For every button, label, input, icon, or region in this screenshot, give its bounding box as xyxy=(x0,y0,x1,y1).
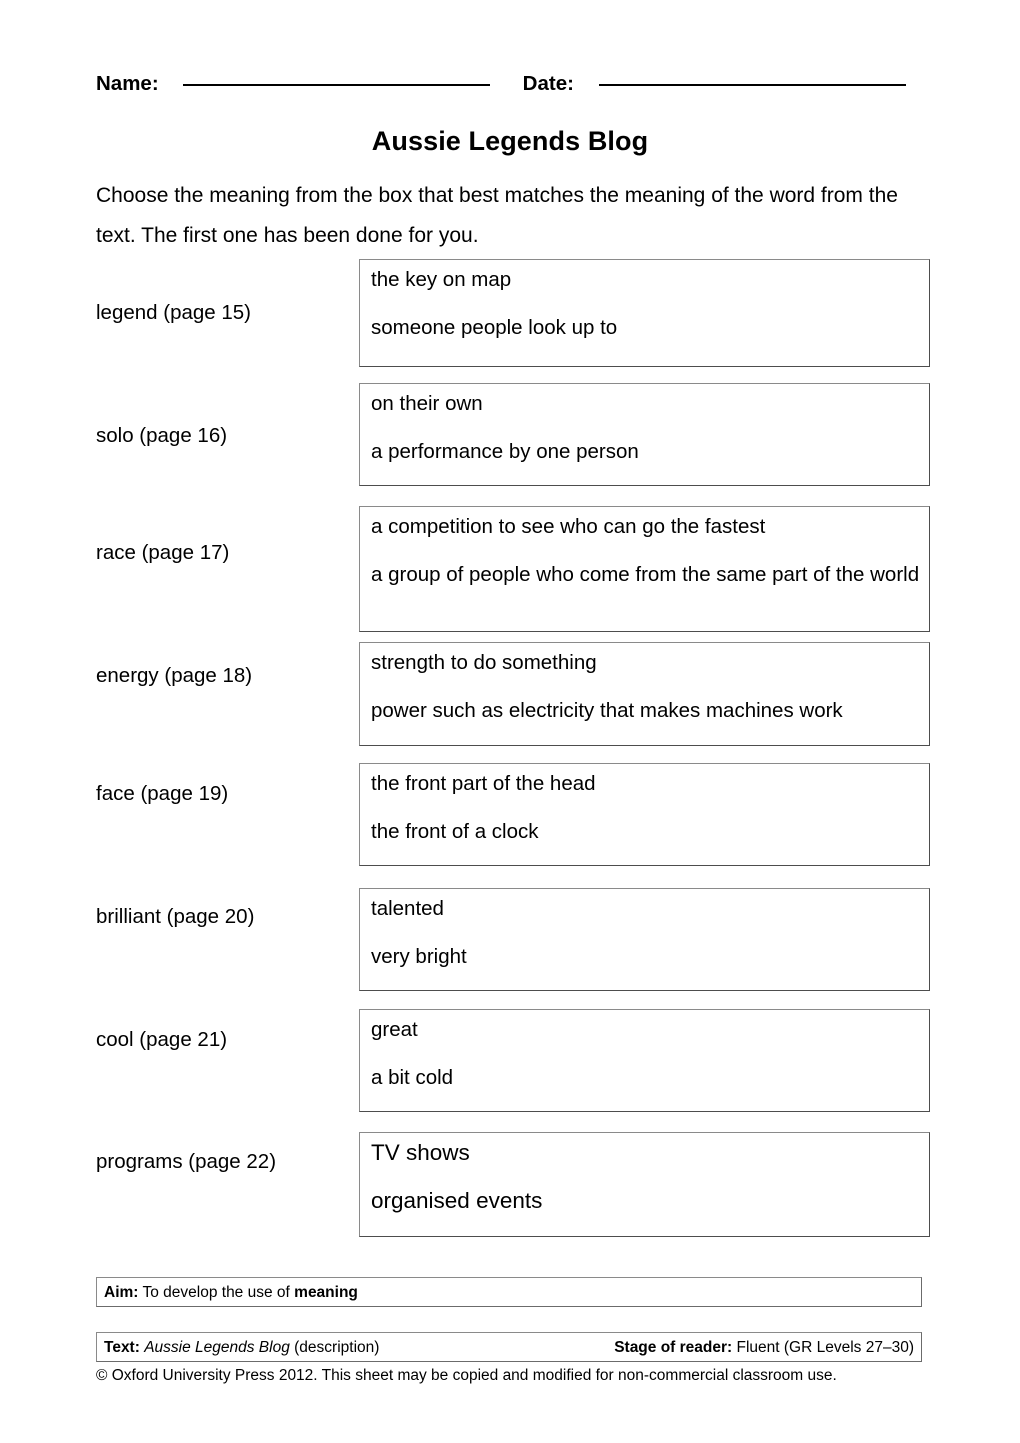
choice-box[interactable]: great a bit cold xyxy=(359,1009,930,1112)
choice-box[interactable]: the key on map someone people look up to xyxy=(359,259,930,367)
choice-option[interactable]: the front of a clock xyxy=(371,819,929,844)
text-info-box: Text: Aussie Legends Blog (description) … xyxy=(96,1332,922,1362)
stage-value: Fluent (GR Levels 27–30) xyxy=(732,1339,915,1356)
text-suffix: (description) xyxy=(289,1339,380,1356)
word-label: race (page 17) xyxy=(96,541,230,564)
aim-label: Aim: xyxy=(104,1284,139,1301)
aim-emphasis: meaning xyxy=(294,1284,358,1301)
choice-option[interactable]: a group of people who come from the same… xyxy=(371,562,929,587)
word-label: face (page 19) xyxy=(96,782,229,805)
choice-option[interactable]: talented xyxy=(371,896,929,921)
text-title: Aussie Legends Blog xyxy=(144,1339,290,1356)
choice-option[interactable]: great xyxy=(371,1017,929,1042)
choice-box[interactable]: talented very bright xyxy=(359,888,930,991)
page-title: Aussie Legends Blog xyxy=(371,126,649,156)
name-date-row: Name: Date: xyxy=(96,72,926,106)
choice-box[interactable]: a competition to see who can go the fast… xyxy=(359,506,930,632)
choice-box[interactable]: strength to do something power such as el… xyxy=(359,642,930,746)
choice-option[interactable]: on their own xyxy=(371,391,929,416)
word-label: brilliant (page 20) xyxy=(96,905,255,928)
choice-option[interactable]: a performance by one person xyxy=(371,439,929,464)
text-label: Text: xyxy=(104,1339,140,1356)
name-write-line[interactable] xyxy=(182,84,490,86)
choice-option[interactable]: a competition to see who can go the fast… xyxy=(371,514,929,539)
choice-option[interactable]: strength to do something xyxy=(371,650,929,675)
copyright-notice: © Oxford University Press 2012. This she… xyxy=(96,1367,837,1384)
choice-box[interactable]: the front part of the head the front of a… xyxy=(359,763,930,866)
instructions-text: Choose the meaning from the box that bes… xyxy=(96,184,898,247)
choice-option[interactable]: the key on map xyxy=(371,267,929,292)
text-info-left: Text: Aussie Legends Blog (description) xyxy=(104,1338,379,1357)
choice-box[interactable]: on their own a performance by one person xyxy=(359,383,930,486)
choice-option[interactable]: someone people look up to xyxy=(371,315,929,340)
name-label: Name: xyxy=(96,72,159,95)
choice-option[interactable]: the front part of the head xyxy=(371,771,929,796)
aim-box: Aim: To develop the use of meaning xyxy=(96,1277,922,1307)
date-label: Date: xyxy=(522,72,574,95)
choice-option[interactable]: organised events xyxy=(371,1188,929,1213)
choice-option[interactable]: power such as electricity that makes mac… xyxy=(371,698,929,723)
word-label: energy (page 18) xyxy=(96,664,253,687)
stage-label: Stage of reader: xyxy=(614,1339,733,1356)
text-info-right: Stage of reader: Fluent (GR Levels 27–30… xyxy=(614,1338,914,1357)
word-label: legend (page 15) xyxy=(96,301,252,324)
word-label: solo (page 16) xyxy=(96,424,228,447)
word-label: programs (page 22) xyxy=(96,1150,277,1173)
choice-option[interactable]: very bright xyxy=(371,944,929,969)
worksheet-page: Name: Date: Aussie Legends Blog Choose t… xyxy=(0,0,1020,1443)
choice-box[interactable]: TV shows organised events xyxy=(359,1132,930,1237)
aim-text: To develop the use of xyxy=(138,1284,295,1301)
date-write-line[interactable] xyxy=(598,84,906,86)
choice-option[interactable]: a bit cold xyxy=(371,1065,929,1090)
word-label: cool (page 21) xyxy=(96,1028,228,1051)
choice-option[interactable]: TV shows xyxy=(371,1140,929,1165)
